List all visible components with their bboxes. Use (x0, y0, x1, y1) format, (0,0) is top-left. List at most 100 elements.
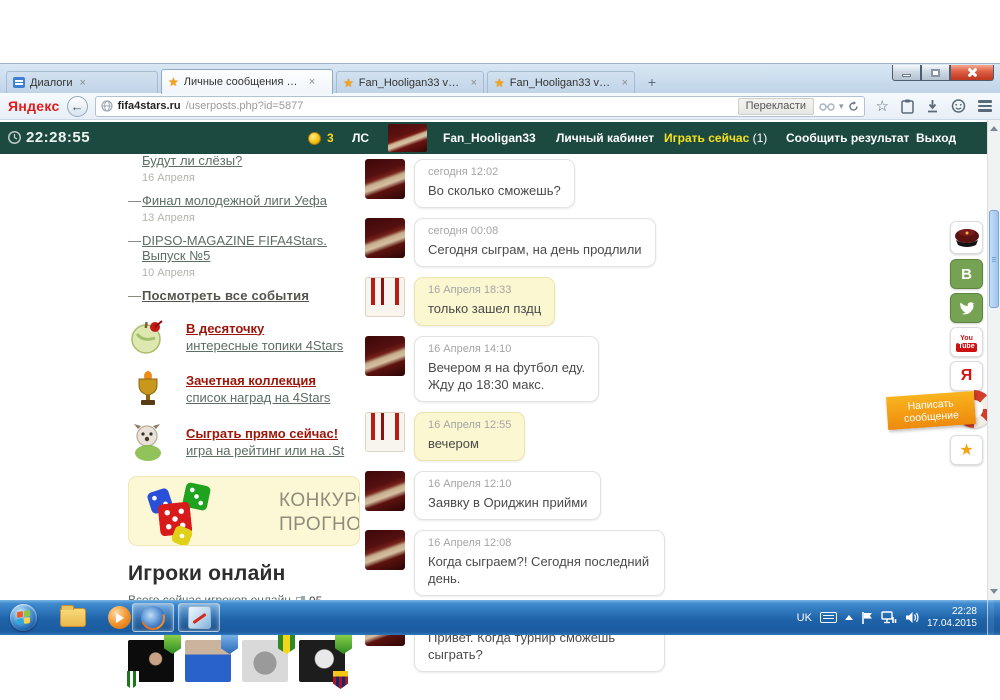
keyboard-icon[interactable] (820, 612, 837, 623)
banner-title: КОНКУРС ПРОГНОЗОВ (279, 489, 360, 537)
tab-close-icon[interactable]: × (309, 76, 315, 88)
language-indicator[interactable]: UK (797, 612, 812, 624)
browser-window: Диалоги × ★ Личные сообщения Fan_... × ★… (0, 63, 1000, 600)
url-domain: fifa4stars.ru (118, 100, 181, 112)
url-path: /userposts.php?id=5877 (186, 100, 304, 112)
sender-avatar[interactable] (365, 159, 405, 199)
view-all-events-link[interactable]: Посмотреть все события (142, 288, 309, 303)
taskbar-explorer-button[interactable] (52, 603, 94, 632)
maximize-button[interactable] (921, 65, 950, 81)
downloads-icon[interactable] (926, 99, 939, 113)
nav-personal-cabinet[interactable]: Личный кабинет (556, 131, 654, 145)
tray-clock[interactable]: 22:28 17.04.2015 (927, 606, 977, 630)
twitter-icon[interactable] (950, 293, 983, 323)
event-link[interactable]: DIPSO-MAGAZINE FIFA4Stars. Выпуск №5 (142, 233, 327, 263)
tab-title: Fan_Hooligan33 vs Bloody... (510, 77, 615, 89)
player-avatar[interactable] (299, 640, 345, 682)
event-link[interactable]: Финал молодежной лиги Уефа (142, 193, 327, 208)
message-row[interactable]: 16 Апреля 14:10Вечером я на футбол еду. … (365, 336, 665, 402)
nav-play-now[interactable]: Играть сейчас (1) (664, 131, 767, 145)
tray-time: 22:28 (927, 606, 977, 618)
dropdown-caret-icon[interactable]: ▾ (839, 101, 844, 112)
hidden-icons-arrow[interactable] (845, 615, 853, 620)
message-row[interactable]: 16 Апреля 18:33только зашел пздц (365, 277, 665, 326)
translate-button[interactable]: Перекласти (738, 98, 814, 115)
coin-icon (308, 132, 321, 145)
feature-title-link[interactable]: Зачетная коллекция (186, 373, 316, 388)
back-button[interactable]: ← (67, 96, 88, 117)
tab-title: Личные сообщения Fan_... (184, 76, 302, 88)
nav-exit[interactable]: Выход (916, 131, 956, 145)
tab-close-icon[interactable]: × (80, 77, 86, 89)
feature-subtitle-link[interactable]: интересные топики 4Stars (186, 338, 343, 354)
scroll-up-arrow[interactable] (988, 121, 1000, 136)
new-tab-button[interactable]: + (640, 73, 664, 92)
message-row[interactable]: сегодня 12:02Во сколько сможешь? (365, 159, 665, 208)
show-desktop-button[interactable] (987, 600, 994, 635)
menu-hamburger-icon[interactable] (978, 100, 992, 112)
taskbar-firefox-button[interactable] (132, 603, 174, 632)
start-button[interactable] (10, 604, 37, 631)
forecast-contest-banner[interactable]: КОНКУРС ПРОГНОЗОВ (128, 476, 360, 546)
player-avatar[interactable] (185, 640, 231, 682)
message-text: Во сколько сможешь? (428, 182, 561, 199)
event-item: — Финал молодежной лиги Уефа 13 Апреля (128, 193, 366, 226)
system-tray: UK 22:28 17.04.2015 (797, 600, 994, 635)
sender-avatar[interactable] (365, 471, 405, 511)
page-scrollbar[interactable] (987, 120, 1000, 600)
sender-avatar[interactable] (365, 277, 405, 317)
club-crest-icon (124, 671, 139, 689)
messenger-smiley-icon[interactable] (951, 99, 966, 113)
player-avatar[interactable] (128, 640, 174, 682)
feature-title-link[interactable]: Сыграть прямо сейчас! (186, 426, 338, 441)
volume-icon[interactable] (905, 611, 919, 624)
favorites-star-icon[interactable]: ★ (950, 435, 983, 465)
message-row[interactable]: сегодня 00:08Сегодня сыграм, на день про… (365, 218, 665, 267)
network-icon[interactable] (881, 611, 897, 624)
youtube-icon[interactable]: You Tube (950, 327, 983, 357)
yandex-logo[interactable]: Яндекс (8, 98, 60, 114)
message-row[interactable]: 16 Апреля 12:08Когда сыграем?! Сегодня п… (365, 530, 665, 596)
tab-close-icon[interactable]: × (471, 77, 477, 89)
nav-username[interactable]: Fan_Hooligan33 (443, 131, 536, 145)
feature-subtitle-link[interactable]: список наград на 4Stars (186, 390, 330, 406)
sender-avatar[interactable] (365, 530, 405, 570)
action-center-flag-icon[interactable] (861, 611, 873, 625)
feature-play-now: Сыграть прямо сейчас! игра на рейтинг ил… (128, 422, 366, 462)
scrollbar-thumb[interactable] (989, 210, 999, 308)
player-avatar[interactable] (242, 640, 288, 682)
event-link[interactable]: Будут ли слёзы? (142, 153, 242, 168)
tab-private-messages[interactable]: ★ Личные сообщения Fan_... × (161, 69, 333, 94)
sender-avatar[interactable] (365, 218, 405, 258)
feature-top-ten: В десяточку интересные топики 4Stars (128, 318, 366, 356)
taskbar-image-editor-button[interactable] (178, 603, 220, 632)
bookmarks-clipboard-icon[interactable] (901, 99, 914, 114)
image-editor-icon (188, 606, 211, 629)
tab-match-1[interactable]: ★ Fan_Hooligan33 vs Bloody... × (336, 71, 484, 93)
nav-report-result[interactable]: Сообщить результат (786, 131, 909, 145)
address-bar[interactable]: fifa4stars.ru/userposts.php?id=5877 Пере… (95, 96, 865, 117)
scroll-down-arrow[interactable] (988, 584, 1000, 599)
feature-title-link[interactable]: В десяточку (186, 321, 264, 336)
write-message-ribbon[interactable]: Написать сообщение (886, 391, 976, 430)
feature-subtitle-link[interactable]: игра на рейтинг или на .St (186, 443, 344, 459)
tab-close-icon[interactable]: × (622, 77, 628, 89)
reader-glasses-icon[interactable] (819, 102, 835, 111)
military-cap-icon[interactable] (950, 221, 983, 254)
sender-avatar[interactable] (365, 336, 405, 376)
message-row[interactable]: 16 Апреля 12:55вечером (365, 412, 665, 461)
tab-dialogs[interactable]: Диалоги × (6, 71, 158, 93)
trophy-icon (128, 371, 168, 407)
nav-private-messages[interactable]: ЛС (352, 131, 369, 145)
tab-match-2[interactable]: ★ Fan_Hooligan33 vs Bloody... × (487, 71, 635, 93)
vk-icon[interactable]: B (950, 259, 983, 289)
message-row[interactable]: 16 Апреля 12:10Заявку в Ориджин прийми (365, 471, 665, 520)
yandex-icon[interactable]: Я (950, 361, 983, 391)
user-avatar[interactable] (388, 124, 427, 152)
close-button[interactable] (950, 65, 994, 81)
minimize-button[interactable] (892, 65, 921, 81)
message-text: только зашел пздц (428, 300, 541, 317)
sender-avatar[interactable] (365, 412, 405, 452)
bookmark-star-icon[interactable]: ☆ (876, 97, 889, 115)
reload-icon[interactable] (848, 101, 859, 112)
